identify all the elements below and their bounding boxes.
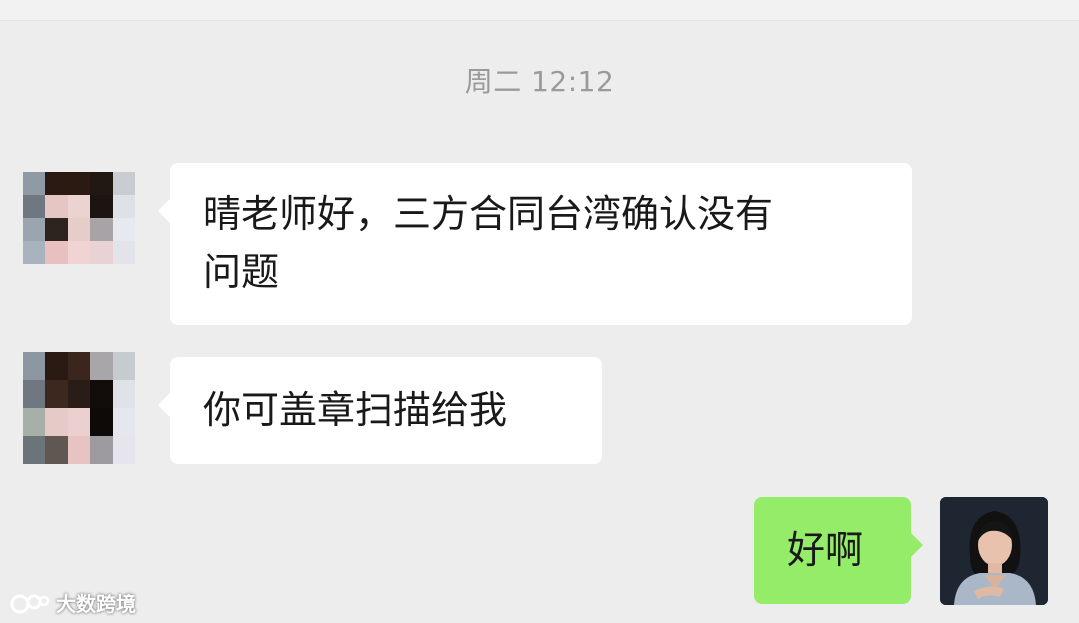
brand-logo-icon: [10, 594, 50, 613]
top-bar-edge: [0, 0, 1079, 21]
incoming-message-bubble[interactable]: 晴老师好，三方合同台湾确认没有 问题: [158, 163, 912, 325]
message-text: 好啊: [787, 528, 864, 572]
message-text: 你可盖章扫描给我: [203, 388, 508, 432]
message-timestamp: 周二 12:12: [464, 65, 615, 98]
message-text-line: 晴老师好，三方合同台湾确认没有: [203, 192, 774, 236]
outgoing-message-bubble[interactable]: 好啊: [754, 497, 923, 604]
message-text-line: 问题: [203, 250, 280, 294]
person-portrait-icon: [940, 497, 1048, 605]
my-avatar[interactable]: [940, 497, 1048, 605]
contact-avatar[interactable]: [23, 352, 135, 464]
contact-avatar[interactable]: [23, 172, 135, 264]
watermark-text: 大数跨境: [56, 592, 136, 616]
incoming-message-bubble[interactable]: 你可盖章扫描给我: [158, 357, 602, 464]
watermark-logo: 大数跨境: [10, 588, 136, 617]
